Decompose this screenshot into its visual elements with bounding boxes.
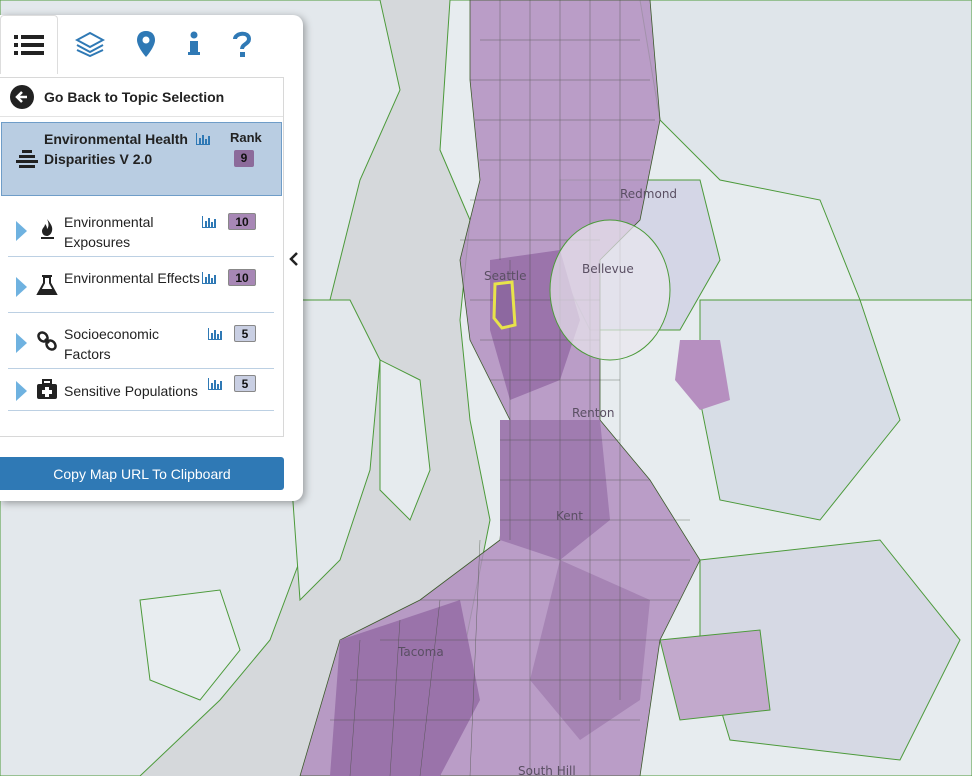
topic-header[interactable]: Environmental Health Disparities V 2.0 R… [1, 122, 282, 196]
selected-tract [492, 280, 517, 330]
topic-content: Go Back to Topic Selection Environmental… [0, 77, 284, 437]
arrow-left-icon [10, 85, 34, 109]
subtopic-environmental-exposures[interactable]: Environmental Exposures 10 [8, 204, 274, 257]
expand-arrow-icon[interactable] [16, 277, 27, 297]
subtopic-label: Environmental Effects [64, 270, 200, 286]
bar-chart-icon[interactable] [208, 328, 222, 340]
bar-chart-icon[interactable] [202, 216, 216, 228]
subtopic-environmental-effects[interactable]: Environmental Effects 10 [8, 260, 274, 313]
rank-badge: 9 [234, 150, 254, 167]
subtopic-label: Socioeconomic Factors [64, 326, 159, 362]
tab-help[interactable] [214, 15, 270, 73]
rank-badge: 10 [228, 213, 256, 230]
rank-badge: 10 [228, 269, 256, 286]
expand-arrow-icon[interactable] [16, 381, 27, 401]
tab-layers[interactable] [62, 15, 118, 73]
list-icon [14, 35, 44, 55]
map-label-seattle: Seattle [484, 269, 526, 283]
map-pin-icon [137, 31, 155, 57]
map-label-south-hill: South Hill [518, 764, 576, 776]
layers-stack-icon [16, 150, 38, 168]
bar-chart-icon[interactable] [196, 133, 210, 145]
bar-chart-icon[interactable] [208, 378, 222, 390]
topic-title: Environmental Health Disparities V 2.0 [44, 131, 188, 167]
map-label-tacoma: Tacoma [397, 645, 444, 659]
collapse-panel-button[interactable] [286, 247, 302, 271]
flame-icon [41, 219, 54, 239]
expand-arrow-icon[interactable] [16, 333, 27, 353]
tab-bar [0, 15, 303, 74]
info-icon [188, 31, 200, 55]
map-label-renton: Renton [572, 406, 614, 420]
help-icon [233, 31, 252, 57]
back-to-topics-button[interactable]: Go Back to Topic Selection [0, 78, 283, 117]
expand-arrow-icon[interactable] [16, 221, 27, 241]
rank-badge: 5 [234, 375, 256, 392]
tab-list[interactable] [0, 15, 58, 74]
back-label: Go Back to Topic Selection [44, 89, 225, 105]
layers-icon [75, 31, 105, 57]
chevron-left-icon [289, 252, 298, 266]
subtopic-label: Sensitive Populations [64, 383, 198, 399]
flask-icon [36, 275, 58, 295]
rank-label: Rank [230, 130, 262, 145]
subtopic-label: Environmental Exposures [64, 214, 154, 250]
medical-kit-icon [37, 379, 57, 399]
bar-chart-icon[interactable] [202, 272, 216, 284]
side-panel: Go Back to Topic Selection Environmental… [0, 15, 303, 501]
copy-map-url-button[interactable]: Copy Map URL To Clipboard [0, 457, 284, 490]
subtopic-socioeconomic-factors[interactable]: Socioeconomic Factors 5 [8, 316, 274, 369]
chain-link-icon [37, 331, 57, 351]
map-label-bellevue: Bellevue [582, 262, 634, 276]
map-label-kent: Kent [556, 509, 583, 523]
rank-badge: 5 [234, 325, 256, 342]
subtopic-sensitive-populations[interactable]: Sensitive Populations 5 [8, 372, 274, 411]
map-label-redmond: Redmond [620, 187, 677, 201]
